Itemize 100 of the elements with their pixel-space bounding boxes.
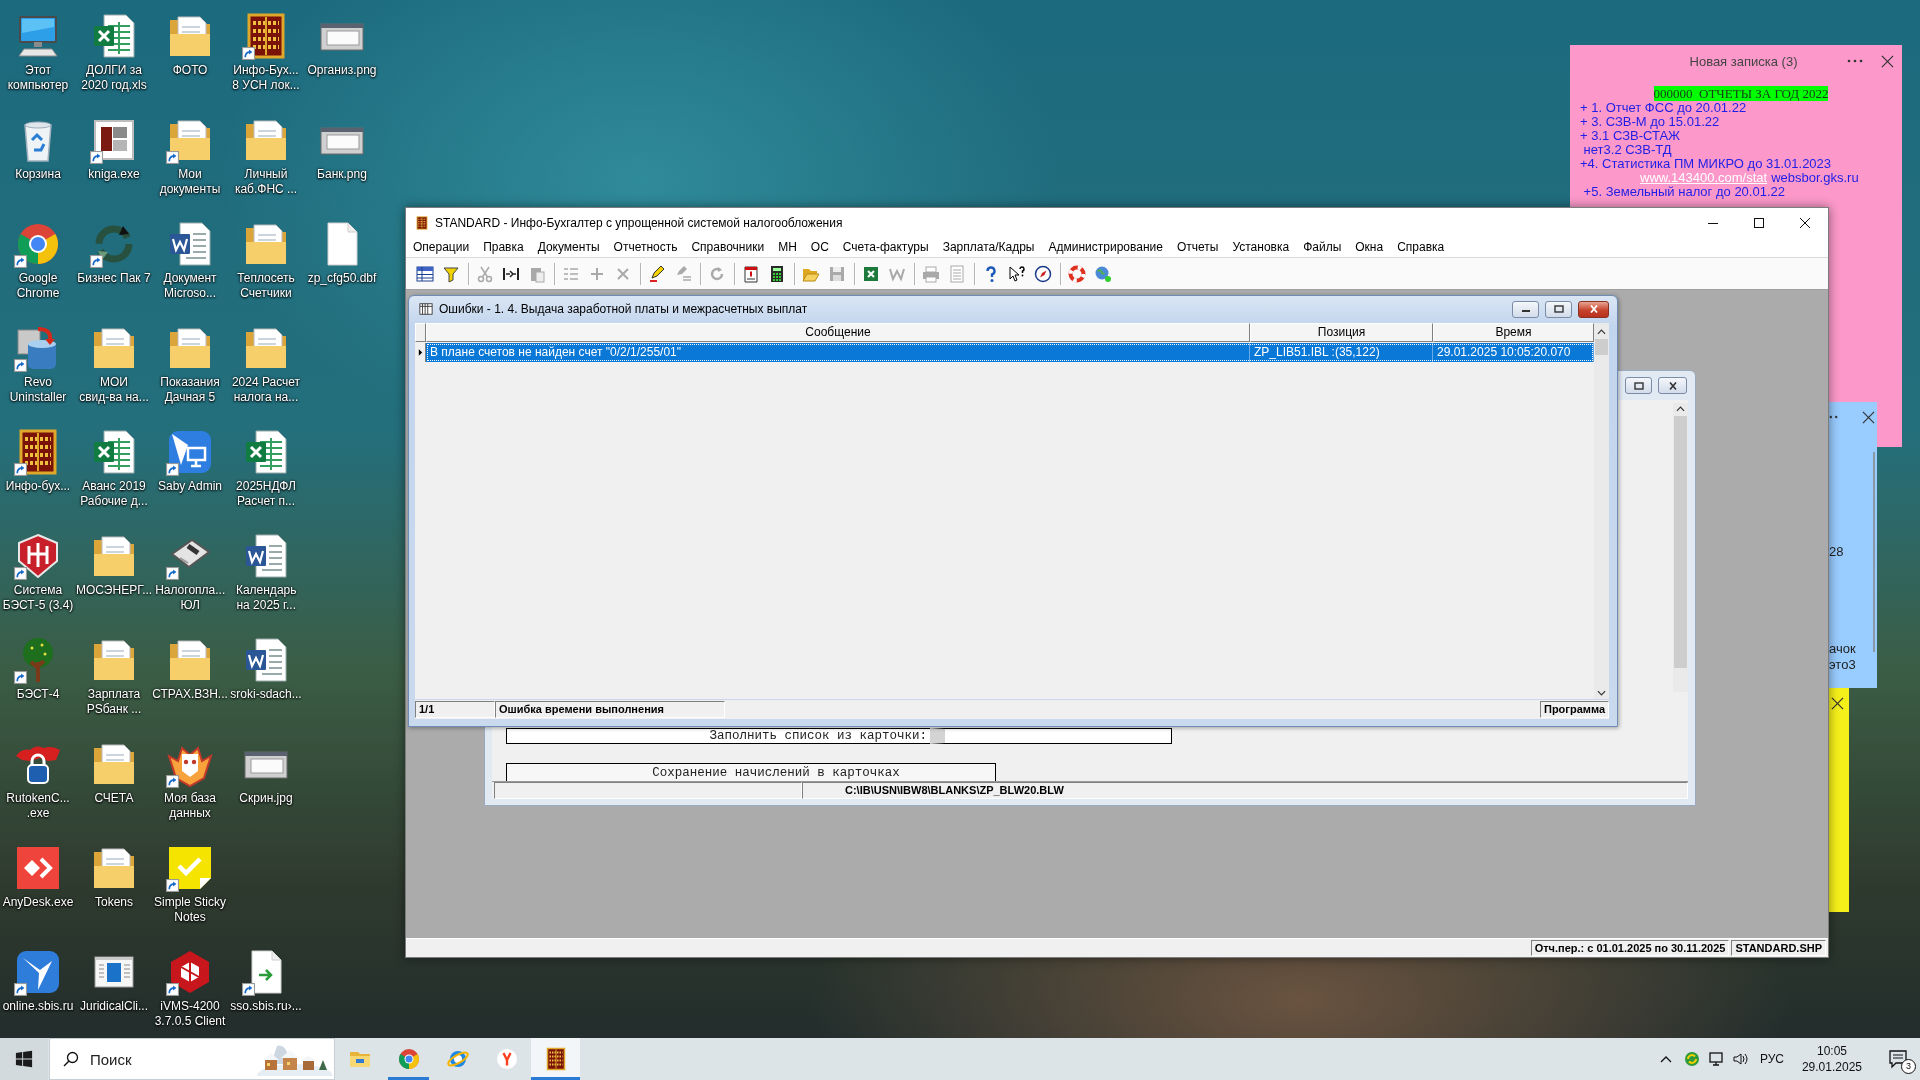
desktop-item[interactable]: Аванс 2019 Рабочие д... bbox=[76, 420, 152, 509]
desktop-item[interactable]: Этот компьютер bbox=[0, 4, 76, 93]
desktop-item[interactable]: Налогопла... ЮЛ bbox=[152, 524, 229, 613]
desktop-item[interactable]: Организ.png bbox=[304, 4, 380, 78]
column-header[interactable]: Сообщение bbox=[426, 323, 1250, 342]
desktop-item[interactable]: СТРАХ.ВЗН... bbox=[152, 628, 228, 702]
desktop-item[interactable]: Личный каб.ФНС ... bbox=[228, 108, 304, 197]
desktop-item[interactable]: Календарь на 2025 г... bbox=[228, 524, 305, 613]
menu-item[interactable]: Справка bbox=[1390, 237, 1452, 257]
menu-item[interactable]: ОС bbox=[803, 237, 836, 257]
desktop-item[interactable]: Банк.png bbox=[304, 108, 380, 182]
input-field[interactable] bbox=[930, 728, 1172, 744]
close-button[interactable] bbox=[1578, 300, 1609, 318]
close-button[interactable] bbox=[1658, 377, 1687, 394]
network-icon[interactable] bbox=[1707, 1051, 1724, 1067]
taskbar-button[interactable] bbox=[531, 1038, 580, 1080]
desktop-item[interactable]: sso.sbis.ru›... bbox=[228, 940, 304, 1014]
desktop-item[interactable]: Теплосеть Счетчики bbox=[228, 212, 304, 301]
desktop-item[interactable]: Мои документы bbox=[152, 108, 228, 197]
desktop-item[interactable]: Показания Дачная 5 bbox=[152, 316, 228, 405]
scrollbar[interactable] bbox=[1873, 452, 1875, 652]
menu-item[interactable]: Справочники bbox=[684, 237, 772, 257]
row-selector[interactable] bbox=[415, 343, 426, 362]
desktop-item[interactable]: Simple Sticky Notes bbox=[152, 836, 228, 925]
more-icon[interactable] bbox=[1847, 59, 1863, 63]
scrollbar-thumb[interactable] bbox=[1674, 416, 1687, 668]
menu-item[interactable]: Счета-фактуры bbox=[835, 237, 936, 257]
restore-button[interactable] bbox=[1625, 377, 1652, 394]
chevron-up-icon[interactable] bbox=[1676, 406, 1685, 412]
pointer-question-icon bbox=[1008, 264, 1026, 283]
close-icon bbox=[1667, 381, 1678, 390]
menu-item[interactable]: Отчетность bbox=[606, 237, 685, 257]
desktop-item[interactable]: Зарплата PSбанк ... bbox=[76, 628, 152, 717]
action-button[interactable]: Сохранение начислений в карточках bbox=[506, 763, 996, 781]
close-icon[interactable] bbox=[1881, 54, 1894, 68]
desktop-item[interactable]: iVMS-4200 3.7.0.5 Client bbox=[152, 940, 228, 1029]
floppy-icon bbox=[828, 264, 846, 283]
search-box[interactable]: Поиск bbox=[49, 1038, 335, 1080]
column-header[interactable]: Позиция bbox=[1250, 323, 1433, 342]
vertical-scrollbar[interactable] bbox=[1594, 323, 1609, 699]
desktop-item[interactable]: Моя база данных bbox=[152, 732, 228, 821]
close-icon[interactable] bbox=[1831, 696, 1844, 710]
desktop-item[interactable]: Система БЭСТ-5 (3.4) bbox=[0, 524, 76, 613]
globe-icon bbox=[1094, 264, 1112, 283]
chevron-down-icon[interactable] bbox=[1597, 690, 1606, 696]
clock[interactable]: 10:05 29.01.2025 bbox=[1791, 1038, 1872, 1080]
chevron-up-icon[interactable] bbox=[1597, 329, 1606, 335]
desktop-item[interactable]: Saby Admin bbox=[152, 420, 228, 494]
search-input[interactable]: Поиск bbox=[90, 1047, 257, 1071]
menu-item[interactable]: Операции bbox=[406, 237, 477, 257]
menu-item[interactable]: Файлы bbox=[1296, 237, 1349, 257]
note-text: ачок bbox=[1829, 641, 1856, 657]
maximize-icon bbox=[1754, 217, 1764, 228]
desktop-item[interactable]: Инфо-Бух... 8 УСН лок... bbox=[228, 4, 304, 93]
more-icon[interactable] bbox=[1829, 415, 1838, 419]
menu-item[interactable]: Установка bbox=[1225, 237, 1297, 257]
desktop-item[interactable]: 2024 Расчет налога на... bbox=[228, 316, 304, 405]
desktop-item[interactable]: Инфо-бух... bbox=[0, 420, 76, 494]
close-icon[interactable] bbox=[1862, 410, 1875, 424]
speaker-icon[interactable] bbox=[1731, 1051, 1748, 1067]
desktop-item[interactable]: RutokenC... .exe bbox=[0, 732, 76, 821]
desktop-item[interactable]: ФОТО bbox=[152, 4, 228, 78]
desktop-item[interactable]: AnyDesk.exe bbox=[0, 836, 76, 910]
chevron-up-icon[interactable] bbox=[1659, 1055, 1672, 1063]
desktop-item[interactable]: Tokens bbox=[76, 836, 152, 910]
desktop-item[interactable]: Revo Uninstaller bbox=[0, 316, 76, 405]
desktop-item[interactable]: online.sbis.ru bbox=[0, 940, 76, 1014]
note-text: 28 bbox=[1829, 544, 1844, 560]
menu-item[interactable]: Администрирование bbox=[1041, 237, 1170, 257]
desktop-item[interactable]: Корзина bbox=[0, 108, 76, 182]
desktop-item[interactable]: Google Chrome bbox=[0, 212, 76, 301]
scrollbar-thumb[interactable] bbox=[1595, 339, 1608, 355]
desktop-item[interactable]: Скрин.jpg bbox=[228, 732, 304, 806]
desktop-item[interactable]: JuridicalCli... bbox=[76, 940, 152, 1014]
desktop-item[interactable]: Документ Microso... bbox=[152, 212, 228, 301]
desktop-item[interactable]: МОИ свид-ва на... bbox=[76, 316, 152, 405]
menu-item[interactable]: Документы bbox=[530, 237, 607, 257]
menu-item[interactable]: Отчеты bbox=[1169, 237, 1226, 257]
desktop-item[interactable]: СЧЕТА bbox=[76, 732, 152, 806]
desktop-item[interactable]: БЭСТ-4 bbox=[0, 628, 76, 702]
table-row[interactable]: В плане счетов не найден счет "0/2/1/255/01" ZP_LIB51.IBL :(35,122) 29.01.2025 10:05:20.070 bbox=[426, 343, 1594, 362]
menu-item[interactable]: Правка bbox=[476, 237, 531, 257]
desktop-item[interactable]: ДОЛГИ за 2020 год.xls bbox=[76, 4, 152, 93]
menu-item[interactable]: Окна bbox=[1348, 237, 1391, 257]
desktop-item[interactable]: kniga.exe bbox=[76, 108, 152, 182]
status-field: STANDARD.SHP bbox=[1731, 940, 1826, 956]
desktop-item[interactable]: МОСЭНЕРГ... bbox=[76, 524, 153, 598]
language-indicator[interactable]: РУС bbox=[1751, 1038, 1792, 1080]
start-button[interactable] bbox=[0, 1038, 48, 1080]
minimize-button[interactable] bbox=[1512, 300, 1539, 318]
menu-item[interactable]: МН bbox=[771, 237, 804, 257]
desktop-item[interactable]: sroki-sdach... bbox=[228, 628, 304, 702]
desktop-item[interactable]: zp_cfg50.dbf bbox=[304, 212, 380, 286]
column-header[interactable]: Время bbox=[1433, 323, 1594, 342]
sync-icon[interactable] bbox=[1683, 1051, 1700, 1067]
desktop-item[interactable]: 2025НДФЛ Расчет п... bbox=[228, 420, 304, 509]
desktop-item[interactable]: Бизнес Пак 7 bbox=[76, 212, 152, 286]
menu-item[interactable]: Зарплата/Кадры bbox=[935, 237, 1042, 257]
notifications-button[interactable]: 3 bbox=[1876, 1038, 1920, 1080]
vertical-scrollbar[interactable] bbox=[1673, 403, 1688, 692]
